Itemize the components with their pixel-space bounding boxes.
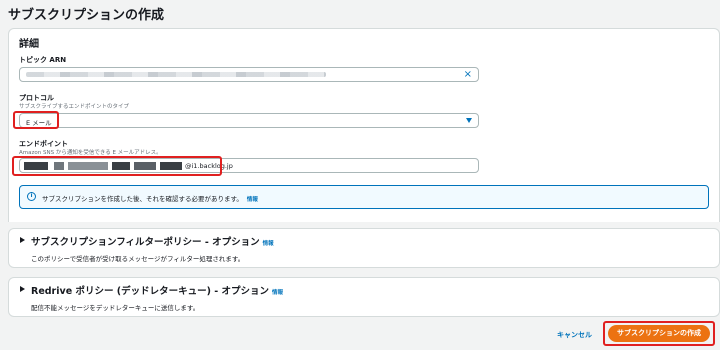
endpoint-description: Amazon SNS から通知を受信できる E メールアドレス。 <box>19 150 162 156</box>
redacted-block <box>160 162 182 170</box>
caret-right-icon[interactable] <box>20 286 25 292</box>
redacted-block <box>24 162 48 170</box>
protocol-selected-value: E メール <box>26 119 52 127</box>
topic-arn-field[interactable]: × <box>19 67 479 82</box>
info-link[interactable]: 情報 <box>247 197 258 203</box>
section-title: 詳細 <box>19 39 39 50</box>
redacted-block <box>68 162 108 170</box>
redrive-policy-description: 配信不能メッセージをデッドレターキューに送信します。 <box>31 304 200 312</box>
page-title: サブスクリプションの作成 <box>8 8 165 23</box>
filter-policy-title[interactable]: サブスクリプションフィルターポリシー - オプション <box>31 237 260 248</box>
caret-right-icon[interactable] <box>20 237 25 243</box>
details-panel: 詳細 トピック ARN × プロトコル サブスクライブするエンドポイントのタイプ… <box>8 28 720 222</box>
info-alert: i サブスクリプションを作成した後、それを確認する必要があります。 情報 <box>19 185 709 209</box>
endpoint-value-suffix: @i1.backlog.jp <box>185 162 233 170</box>
redacted-block <box>54 162 64 170</box>
filter-policy-description: このポリシーで受信者が受け取るメッセージがフィルター処理されます。 <box>31 255 245 263</box>
close-icon[interactable]: × <box>464 69 472 81</box>
redrive-policy-title[interactable]: Redrive ポリシー (デッドレターキュー) - オプション <box>31 286 269 297</box>
filter-policy-info-link[interactable]: 情報 <box>263 241 274 247</box>
info-icon: i <box>27 192 36 201</box>
filter-policy-panel[interactable]: サブスクリプションフィルターポリシー - オプション 情報 このポリシーで受信者が… <box>8 228 720 268</box>
caret-down-icon <box>466 118 472 123</box>
topic-arn-label: トピック ARN <box>19 56 67 64</box>
endpoint-input[interactable]: @i1.backlog.jp <box>19 158 479 173</box>
redacted-block <box>134 162 156 170</box>
redacted-value <box>26 72 326 77</box>
protocol-description: サブスクライブするエンドポイントのタイプ <box>19 104 130 110</box>
redrive-policy-panel[interactable]: Redrive ポリシー (デッドレターキュー) - オプション 情報 配信不能メ… <box>8 277 720 317</box>
protocol-select[interactable]: E メール <box>19 113 479 128</box>
info-text: サブスクリプションを作成した後、それを確認する必要があります。 <box>42 195 243 203</box>
cancel-button[interactable]: キャンセル <box>557 330 592 340</box>
create-subscription-button[interactable]: サブスクリプションの作成 <box>608 325 710 342</box>
redacted-block <box>112 162 130 170</box>
redrive-policy-info-link[interactable]: 情報 <box>272 290 283 296</box>
